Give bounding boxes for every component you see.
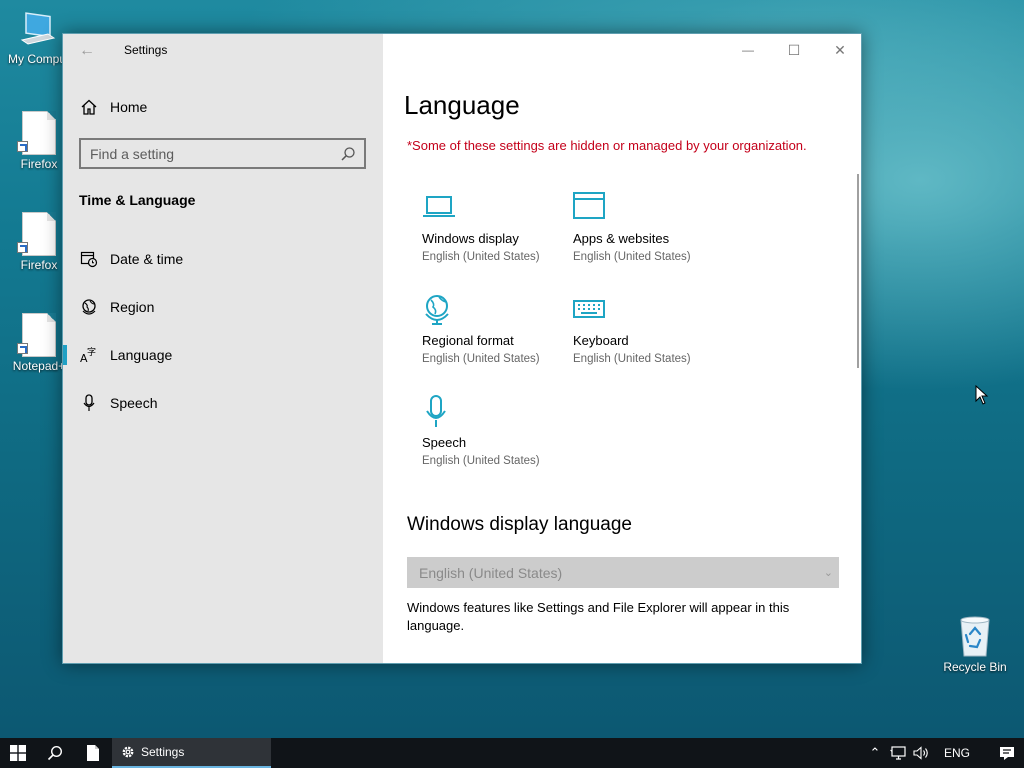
section-title: Time & Language: [79, 192, 196, 208]
microphone-icon: [426, 395, 446, 427]
sidebar-item-region[interactable]: Region: [63, 287, 383, 327]
sidebar: ← Settings Home Find a setting Time & La…: [63, 34, 383, 663]
sidebar-item-label: Home: [110, 99, 148, 115]
mouse-cursor-icon: [975, 385, 989, 405]
language-indicator[interactable]: ENG: [944, 746, 970, 760]
sidebar-item-label: Date & time: [110, 251, 184, 267]
desktop-icon-recycle-bin[interactable]: Recycle Bin: [938, 614, 1012, 674]
browser-window-icon: [573, 192, 605, 219]
sidebar-item-label: Speech: [110, 395, 158, 411]
laptop-icon: [423, 196, 455, 217]
system-tray: ⌃ ENG: [866, 738, 1015, 768]
display-language-description: Windows features like Settings and File …: [407, 600, 790, 633]
sidebar-item-language[interactable]: A 字 Language: [63, 335, 383, 375]
chevron-down-icon: ⌄: [823, 567, 833, 579]
tile-title: Windows display: [422, 231, 519, 246]
desktop-icon-label: Recycle Bin: [943, 660, 1007, 674]
document-icon: [17, 313, 56, 357]
sidebar-item-speech[interactable]: Speech: [63, 383, 383, 423]
dropdown-value: English (United States): [419, 564, 563, 581]
microphone-icon: [83, 394, 95, 411]
section-heading-display-language: Windows display language: [407, 514, 632, 535]
tile-apps-websites[interactable]: Apps & websites English (United States): [573, 191, 713, 263]
chevron-up-icon[interactable]: ⌃: [866, 745, 884, 761]
taskbar-app-settings[interactable]: Settings: [112, 738, 271, 768]
page-title: Language: [404, 90, 520, 120]
start-button[interactable]: [0, 738, 36, 768]
back-arrow-icon[interactable]: ←: [79, 41, 99, 61]
globe-icon: [82, 299, 96, 315]
tile-title: Speech: [422, 435, 467, 450]
sidebar-item-label: Region: [110, 299, 155, 315]
window-title: Settings: [124, 43, 168, 57]
home-icon: [81, 99, 97, 115]
tile-regional-format[interactable]: Regional format English (United States): [422, 293, 562, 365]
search-input[interactable]: Find a setting: [79, 138, 366, 169]
gear-icon: [122, 746, 134, 758]
search-placeholder: Find a setting: [90, 145, 175, 162]
tile-speech[interactable]: Speech English (United States): [422, 395, 562, 467]
tile-subtitle: English (United States): [573, 353, 691, 365]
shortcut-arrow-icon: [17, 242, 28, 253]
taskbar: Settings ⌃ ENG: [0, 738, 1024, 768]
tile-keyboard[interactable]: Keyboard English (United States): [573, 293, 713, 365]
close-button[interactable]: ✕: [825, 40, 855, 60]
main-content: — ☐ ✕ Language *Some of these settings a…: [383, 34, 861, 663]
scrollbar[interactable]: [857, 174, 859, 368]
computer-icon: [20, 12, 56, 45]
tile-windows-display[interactable]: Windows display English (United States): [422, 191, 562, 263]
taskbar-file-button[interactable]: [76, 738, 110, 768]
windows-logo-icon: [10, 745, 26, 761]
sidebar-item-date-time[interactable]: Date & time: [63, 239, 383, 279]
minimize-button[interactable]: —: [733, 40, 763, 60]
calendar-clock-icon: [80, 251, 98, 268]
file-icon: [87, 745, 99, 761]
taskbar-app-label: Settings: [141, 745, 185, 759]
volume-icon[interactable]: [913, 746, 931, 760]
maximize-button[interactable]: ☐: [779, 40, 809, 60]
recycle-bin-icon: [960, 616, 990, 657]
tile-subtitle: English (United States): [573, 251, 691, 263]
tile-title: Apps & websites: [573, 231, 670, 246]
language-icon: A 字: [80, 346, 96, 364]
sidebar-item-home[interactable]: Home: [63, 87, 383, 127]
tile-subtitle: English (United States): [422, 455, 540, 467]
sidebar-item-label: Language: [110, 347, 173, 363]
svg-text:字: 字: [87, 346, 96, 358]
org-managed-warning: *Some of these settings are hidden or ma…: [407, 138, 807, 153]
display-language-dropdown[interactable]: English (United States) ⌄: [407, 557, 839, 588]
shortcut-arrow-icon: [17, 141, 28, 152]
document-icon: [17, 212, 56, 256]
shortcut-arrow-icon: [17, 343, 28, 354]
tile-title: Regional format: [422, 333, 514, 348]
taskbar-search-button[interactable]: [38, 738, 72, 768]
tile-subtitle: English (United States): [422, 353, 540, 365]
tile-subtitle: English (United States): [422, 251, 540, 263]
network-icon[interactable]: [890, 746, 908, 760]
keyboard-icon: [573, 300, 605, 318]
search-icon: [47, 745, 63, 761]
document-icon: [17, 111, 56, 155]
settings-window: ← Settings Home Find a setting Time & La…: [62, 33, 862, 664]
search-icon: [341, 146, 355, 161]
globe-stand-icon: [425, 295, 449, 325]
tile-title: Keyboard: [573, 333, 629, 348]
action-center-icon[interactable]: [999, 746, 1015, 761]
